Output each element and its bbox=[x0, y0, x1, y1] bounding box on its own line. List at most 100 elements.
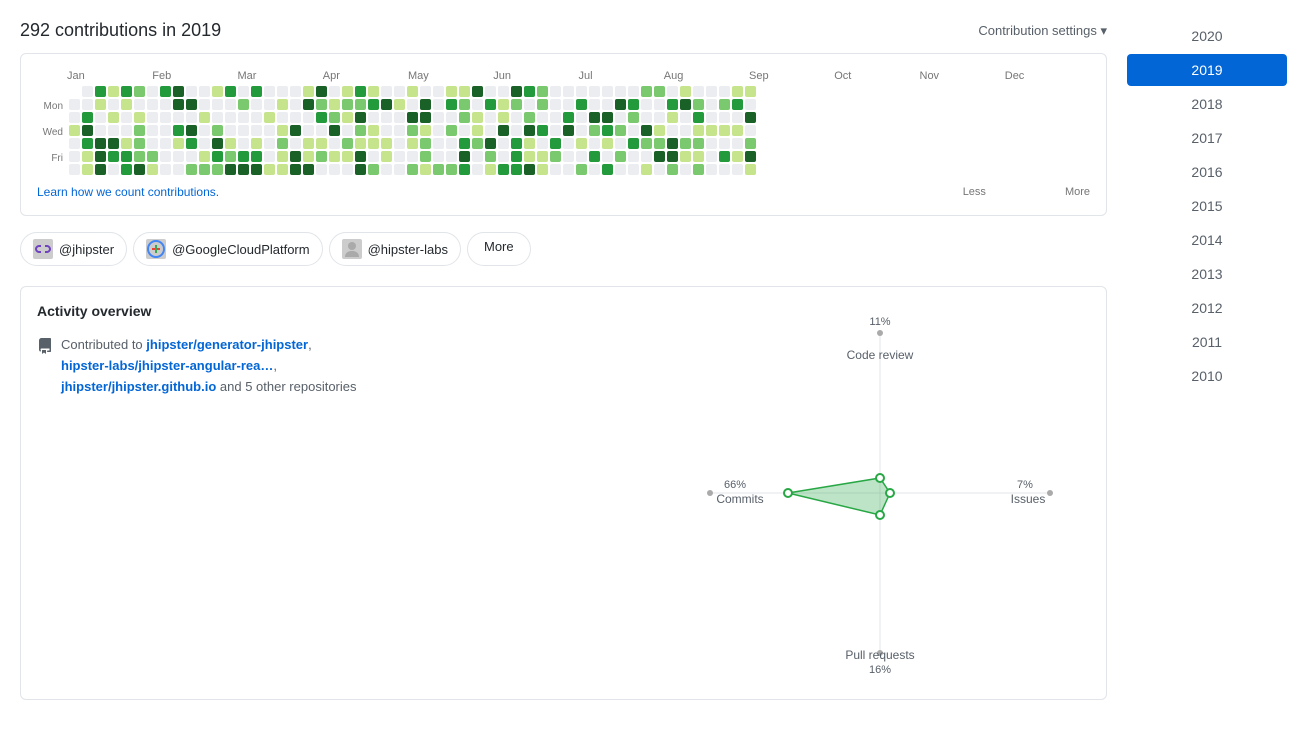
day-cell[interactable] bbox=[277, 125, 288, 136]
day-cell[interactable] bbox=[446, 151, 457, 162]
day-cell[interactable] bbox=[108, 86, 119, 97]
day-cell[interactable] bbox=[433, 164, 444, 175]
day-cell[interactable] bbox=[706, 151, 717, 162]
day-cell[interactable] bbox=[459, 125, 470, 136]
day-cell[interactable] bbox=[173, 99, 184, 110]
day-cell[interactable] bbox=[82, 151, 93, 162]
day-cell[interactable] bbox=[615, 99, 626, 110]
day-cell[interactable] bbox=[524, 86, 535, 97]
day-cell[interactable] bbox=[550, 112, 561, 123]
day-cell[interactable] bbox=[563, 138, 574, 149]
day-cell[interactable] bbox=[745, 151, 756, 162]
day-cell[interactable] bbox=[511, 164, 522, 175]
day-cell[interactable] bbox=[472, 125, 483, 136]
day-cell[interactable] bbox=[693, 99, 704, 110]
day-cell[interactable] bbox=[134, 151, 145, 162]
day-cell[interactable] bbox=[199, 99, 210, 110]
day-cell[interactable] bbox=[251, 86, 262, 97]
day-cell[interactable] bbox=[95, 164, 106, 175]
sidebar-year-2012[interactable]: 2012 bbox=[1127, 292, 1287, 324]
day-cell[interactable] bbox=[719, 138, 730, 149]
more-tab[interactable]: More bbox=[467, 232, 531, 266]
day-cell[interactable] bbox=[69, 86, 80, 97]
day-cell[interactable] bbox=[82, 99, 93, 110]
day-cell[interactable] bbox=[745, 99, 756, 110]
day-cell[interactable] bbox=[563, 112, 574, 123]
day-cell[interactable] bbox=[446, 164, 457, 175]
day-cell[interactable] bbox=[628, 151, 639, 162]
day-cell[interactable] bbox=[654, 138, 665, 149]
sidebar-year-2014[interactable]: 2014 bbox=[1127, 224, 1287, 256]
day-cell[interactable] bbox=[160, 125, 171, 136]
day-cell[interactable] bbox=[420, 125, 431, 136]
day-cell[interactable] bbox=[134, 164, 145, 175]
day-cell[interactable] bbox=[550, 125, 561, 136]
day-cell[interactable] bbox=[82, 112, 93, 123]
day-cell[interactable] bbox=[563, 99, 574, 110]
sidebar-year-2019[interactable]: 2019 bbox=[1127, 54, 1287, 86]
day-cell[interactable] bbox=[251, 151, 262, 162]
day-cell[interactable] bbox=[316, 151, 327, 162]
day-cell[interactable] bbox=[290, 164, 301, 175]
day-cell[interactable] bbox=[576, 151, 587, 162]
day-cell[interactable] bbox=[576, 164, 587, 175]
day-cell[interactable] bbox=[550, 164, 561, 175]
day-cell[interactable] bbox=[615, 164, 626, 175]
day-cell[interactable] bbox=[186, 164, 197, 175]
day-cell[interactable] bbox=[589, 138, 600, 149]
day-cell[interactable] bbox=[264, 164, 275, 175]
day-cell[interactable] bbox=[394, 151, 405, 162]
day-cell[interactable] bbox=[433, 86, 444, 97]
day-cell[interactable] bbox=[69, 164, 80, 175]
contribution-settings-link[interactable]: Contribution settings ▾ bbox=[978, 23, 1107, 39]
day-cell[interactable] bbox=[212, 125, 223, 136]
day-cell[interactable] bbox=[550, 99, 561, 110]
day-cell[interactable] bbox=[368, 112, 379, 123]
learn-contributions-link[interactable]: Learn how we count contributions. bbox=[37, 185, 219, 199]
repo-link-1[interactable]: hipster-labs/jhipster-angular-rea… bbox=[61, 358, 273, 373]
day-cell[interactable] bbox=[251, 138, 262, 149]
day-cell[interactable] bbox=[472, 164, 483, 175]
day-cell[interactable] bbox=[303, 164, 314, 175]
day-cell[interactable] bbox=[693, 125, 704, 136]
day-cell[interactable] bbox=[147, 151, 158, 162]
day-cell[interactable] bbox=[498, 164, 509, 175]
day-cell[interactable] bbox=[498, 138, 509, 149]
day-cell[interactable] bbox=[303, 151, 314, 162]
day-cell[interactable] bbox=[303, 99, 314, 110]
day-cell[interactable] bbox=[290, 86, 301, 97]
day-cell[interactable] bbox=[576, 99, 587, 110]
day-cell[interactable] bbox=[69, 99, 80, 110]
sidebar-year-2015[interactable]: 2015 bbox=[1127, 190, 1287, 222]
day-cell[interactable] bbox=[680, 112, 691, 123]
day-cell[interactable] bbox=[394, 112, 405, 123]
day-cell[interactable] bbox=[641, 164, 652, 175]
day-cell[interactable] bbox=[446, 138, 457, 149]
day-cell[interactable] bbox=[173, 125, 184, 136]
day-cell[interactable] bbox=[628, 138, 639, 149]
day-cell[interactable] bbox=[264, 138, 275, 149]
day-cell[interactable] bbox=[251, 164, 262, 175]
day-cell[interactable] bbox=[329, 99, 340, 110]
day-cell[interactable] bbox=[342, 125, 353, 136]
day-cell[interactable] bbox=[550, 138, 561, 149]
day-cell[interactable] bbox=[108, 112, 119, 123]
day-cell[interactable] bbox=[433, 99, 444, 110]
day-cell[interactable] bbox=[186, 151, 197, 162]
day-cell[interactable] bbox=[316, 86, 327, 97]
day-cell[interactable] bbox=[602, 99, 613, 110]
day-cell[interactable] bbox=[615, 86, 626, 97]
day-cell[interactable] bbox=[303, 138, 314, 149]
org-tab-hipster-labs[interactable]: @hipster-labs bbox=[329, 232, 461, 266]
day-cell[interactable] bbox=[134, 138, 145, 149]
day-cell[interactable] bbox=[199, 138, 210, 149]
day-cell[interactable] bbox=[264, 86, 275, 97]
day-cell[interactable] bbox=[667, 164, 678, 175]
day-cell[interactable] bbox=[368, 151, 379, 162]
day-cell[interactable] bbox=[667, 86, 678, 97]
day-cell[interactable] bbox=[706, 164, 717, 175]
day-cell[interactable] bbox=[121, 99, 132, 110]
day-cell[interactable] bbox=[693, 86, 704, 97]
day-cell[interactable] bbox=[355, 112, 366, 123]
day-cell[interactable] bbox=[589, 86, 600, 97]
